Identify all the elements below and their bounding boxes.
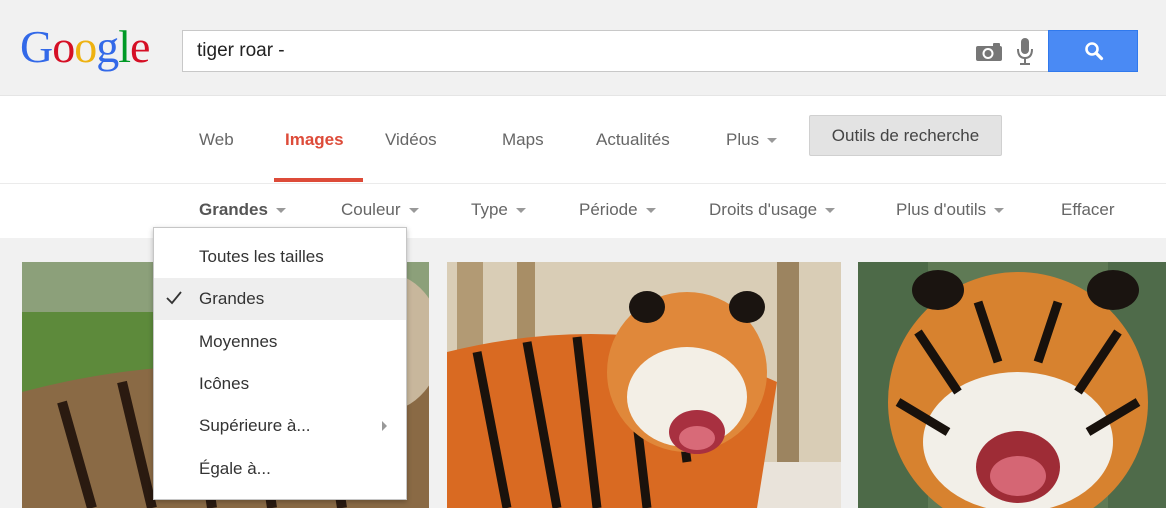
search-button[interactable] [1048, 30, 1138, 72]
tab-more-label: Plus [726, 130, 760, 149]
menu-item-large[interactable]: Grandes [154, 278, 406, 320]
tab-videos[interactable]: Vidéos [385, 130, 437, 150]
microphone-icon[interactable] [1015, 37, 1035, 67]
image-result[interactable] [447, 262, 841, 508]
menu-item-exactly[interactable]: Égale à... [154, 448, 406, 490]
clear-tools-link[interactable]: Effacer [1061, 200, 1115, 220]
logo-letter: G [20, 21, 53, 72]
tool-color[interactable]: Couleur [341, 200, 419, 220]
tool-type-label: Type [471, 200, 508, 219]
header: Google [0, 0, 1166, 96]
tool-color-label: Couleur [341, 200, 401, 219]
tiger-image [447, 262, 841, 508]
tool-usage-rights[interactable]: Droits d'usage [709, 200, 836, 220]
tiger-image [858, 262, 1166, 508]
search-icon [1085, 42, 1104, 61]
tool-period-label: Période [579, 200, 638, 219]
tab-images[interactable]: Images [285, 130, 344, 150]
chevron-down-icon [645, 208, 656, 214]
chevron-down-icon [408, 208, 419, 214]
tool-type[interactable]: Type [471, 200, 526, 220]
size-dropdown-menu: Toutes les tailles Grandes Moyennes Icôn… [153, 227, 407, 500]
search-tools-button[interactable]: Outils de recherche [809, 115, 1002, 156]
chevron-down-icon [767, 138, 778, 144]
logo-letter: e [130, 21, 150, 72]
chevron-right-icon [382, 421, 387, 431]
search-input[interactable] [197, 31, 937, 71]
menu-item-medium[interactable]: Moyennes [154, 321, 406, 363]
tool-usage-rights-label: Droits d'usage [709, 200, 818, 219]
search-box [182, 30, 1048, 72]
tool-period[interactable]: Période [579, 200, 656, 220]
camera-icon[interactable] [975, 42, 1003, 62]
tab-maps[interactable]: Maps [502, 130, 544, 150]
chevron-down-icon [825, 208, 836, 214]
chevron-down-icon [275, 208, 286, 214]
tab-web[interactable]: Web [199, 130, 234, 150]
tool-size[interactable]: Grandes [199, 200, 286, 220]
logo-letter: l [118, 21, 131, 72]
tool-more-tools[interactable]: Plus d'outils [896, 200, 1005, 220]
tab-more[interactable]: Plus [726, 130, 778, 150]
menu-item-icon[interactable]: Icônes [154, 363, 406, 405]
active-tab-indicator [274, 178, 363, 182]
menu-item-label: Supérieure à... [199, 416, 311, 435]
chevron-down-icon [515, 208, 526, 214]
menu-item-label: Grandes [199, 289, 265, 308]
checkmark-icon [166, 291, 182, 305]
menu-item-any-size[interactable]: Toutes les tailles [154, 236, 406, 278]
chevron-down-icon [994, 208, 1005, 214]
logo-letter: o [52, 21, 75, 72]
search-type-tabs: Web Images Vidéos Maps Actualités Plus O… [0, 96, 1166, 184]
tab-news[interactable]: Actualités [596, 130, 670, 150]
logo-letter: o [74, 21, 97, 72]
google-logo[interactable]: Google [20, 21, 150, 72]
menu-item-larger-than[interactable]: Supérieure à... [154, 405, 406, 447]
tool-size-label: Grandes [199, 200, 268, 219]
image-result[interactable] [858, 262, 1166, 508]
tool-more-tools-label: Plus d'outils [896, 200, 987, 219]
logo-letter: g [96, 21, 119, 72]
